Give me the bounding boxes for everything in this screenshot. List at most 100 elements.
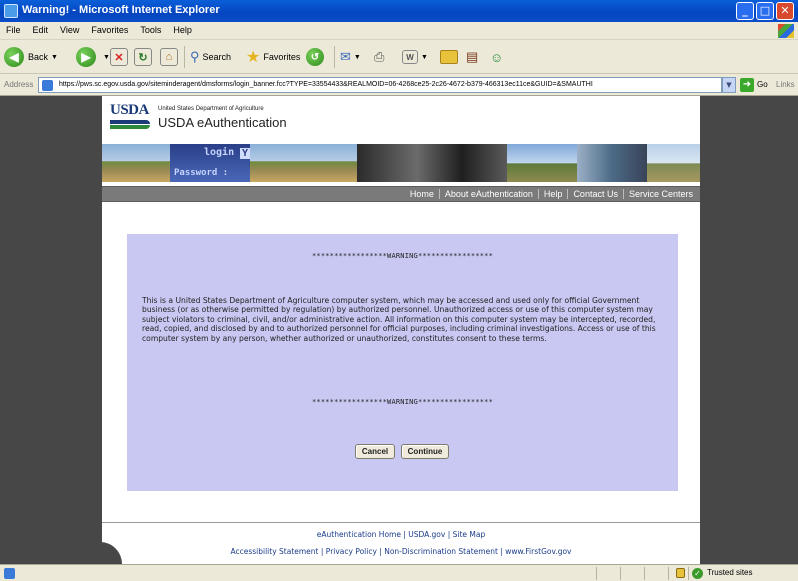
banner-field-fragment: Y [240,148,251,159]
address-input[interactable]: https://pws.sc.egov.usda.gov/sitemindera… [38,77,722,93]
windows-logo-icon [778,24,794,38]
security-zone-label: Trusted sites [707,568,753,577]
history-button[interactable]: ↺ [306,45,328,69]
footer-link-eauth-home[interactable]: eAuthentication Home [317,530,401,539]
menu-help[interactable]: Help [167,22,198,35]
warning-panel: *****************WARNING****************… [127,234,678,491]
stop-icon: ✕ [110,48,128,66]
usda-logo[interactable]: USDA [110,102,152,134]
status-divider [668,567,669,580]
footer-link-accessibility[interactable]: Accessibility Statement [230,547,318,556]
nav-contact[interactable]: Contact Us [567,189,623,199]
nav-about[interactable]: About eAuthentication [438,189,538,199]
menu-favorites[interactable]: Favorites [85,22,134,35]
research-icon: ▤ [466,49,479,64]
back-dropdown-icon[interactable]: ▼ [51,54,58,61]
page-corner-curve [100,542,122,564]
close-button[interactable]: ✕ [776,2,794,20]
site-nav: Home About eAuthentication Help Contact … [102,186,700,202]
cancel-button[interactable]: Cancel [355,444,395,459]
warning-body: This is a United States Department of Ag… [142,296,656,343]
back-label: Back [28,52,49,62]
go-arrow-icon[interactable]: ➜ [740,78,754,92]
go-button[interactable]: Go [757,80,768,89]
menu-tools[interactable]: Tools [134,22,167,35]
folder-icon [440,50,458,64]
messenger-button[interactable]: ☺ [490,45,503,69]
address-label: Address [4,80,34,89]
banner-field-photo [507,144,577,182]
history-icon: ↺ [306,48,324,66]
department-name: United States Department of Agriculture [158,106,264,112]
forward-arrow-icon: ▶ [76,47,96,67]
logo-swoosh-blue [110,120,150,124]
minimize-button[interactable]: _ [736,2,754,20]
browser-viewport: USDA United States Department of Agricul… [0,96,798,564]
warning-banner-top: *****************WARNING****************… [312,252,493,260]
ie-app-icon[interactable] [4,4,18,18]
banner-computer-photo [577,144,647,182]
warning-banner-bottom: *****************WARNING****************… [312,398,493,406]
mail-dropdown-icon[interactable]: ▼ [354,54,361,61]
menu-file[interactable]: File [0,22,27,35]
home-icon: ⌂ [160,48,178,66]
footer-separator: | [318,547,326,556]
nav-help[interactable]: Help [537,189,568,199]
page-status-icon [4,568,15,579]
favorites-label: Favorites [263,52,301,62]
menu-view[interactable]: View [54,22,85,35]
status-divider [620,567,621,580]
footer-link-privacy[interactable]: Privacy Policy [326,547,377,556]
search-button[interactable]: ⚲ Search [190,45,231,69]
toolbar-divider [184,46,185,68]
continue-button[interactable]: Continue [401,444,449,459]
home-button[interactable]: ⌂ [160,45,178,69]
banner-login-panel: login : Password : Y [170,144,251,182]
back-arrow-icon: ◀ [4,47,24,67]
search-icon: ⚲ [190,49,200,64]
footer-link-usda-gov[interactable]: USDA.gov [408,530,445,539]
site-header: USDA United States Department of Agricul… [102,96,700,140]
menu-bar: File Edit View Favorites Tools Help [0,22,798,40]
window-title: Warning! - Microsoft Internet Explorer [22,4,220,16]
logo-swoosh-green [110,125,150,129]
forward-button[interactable]: ▶ ▼ [76,45,110,69]
status-divider [688,567,689,580]
folder-button[interactable] [440,45,458,69]
status-divider [596,567,597,580]
links-button[interactable]: Links [776,80,795,89]
address-bar: Address https://pws.sc.egov.usda.gov/sit… [0,74,798,96]
refresh-button[interactable]: ↻ [134,45,152,69]
usda-logo-text: USDA [110,102,149,118]
banner-password-text: Password : [174,168,229,178]
mail-icon: ✉ [340,49,351,64]
footer-links-row2: Accessibility Statement | Privacy Policy… [102,547,700,556]
toolbar: ◀ Back ▼ ▶ ▼ ✕ ↻ ⌂ ⚲ Search ★ Favorites … [0,40,798,74]
address-dropdown-icon[interactable]: ▼ [722,77,736,93]
back-button[interactable]: ◀ Back ▼ [4,45,58,69]
forward-dropdown-icon[interactable]: ▼ [103,54,110,61]
ssl-lock-icon[interactable] [676,568,685,578]
menu-edit[interactable]: Edit [27,22,55,35]
footer-link-site-map[interactable]: Site Map [453,530,486,539]
footer-link-firstgov[interactable]: www.FirstGov.gov [505,547,571,556]
research-button[interactable]: ▤ [466,45,478,69]
footer-link-non-discrimination[interactable]: Non-Discrimination Statement [384,547,498,556]
toolbar-divider [334,46,335,68]
footer-divider [102,522,700,523]
nav-service-centers[interactable]: Service Centers [622,189,698,199]
mail-button[interactable]: ✉ ▼ [340,45,361,69]
edit-dropdown-icon[interactable]: ▼ [421,54,428,61]
status-divider [644,567,645,580]
title-bar[interactable]: Warning! - Microsoft Internet Explorer _… [0,0,798,22]
print-button[interactable]: ⎙ [374,45,384,69]
page-icon [42,80,53,91]
favorites-star-icon: ★ [246,49,261,66]
nav-home[interactable]: Home [405,189,439,199]
print-icon: ⎙ [374,49,385,64]
header-banner-image: login : Password : Y [102,144,700,182]
favorites-button[interactable]: ★ Favorites [246,45,300,69]
stop-button[interactable]: ✕ [110,45,128,69]
maximize-button[interactable]: □ [756,2,774,20]
edit-button[interactable]: W ▼ [402,45,428,69]
